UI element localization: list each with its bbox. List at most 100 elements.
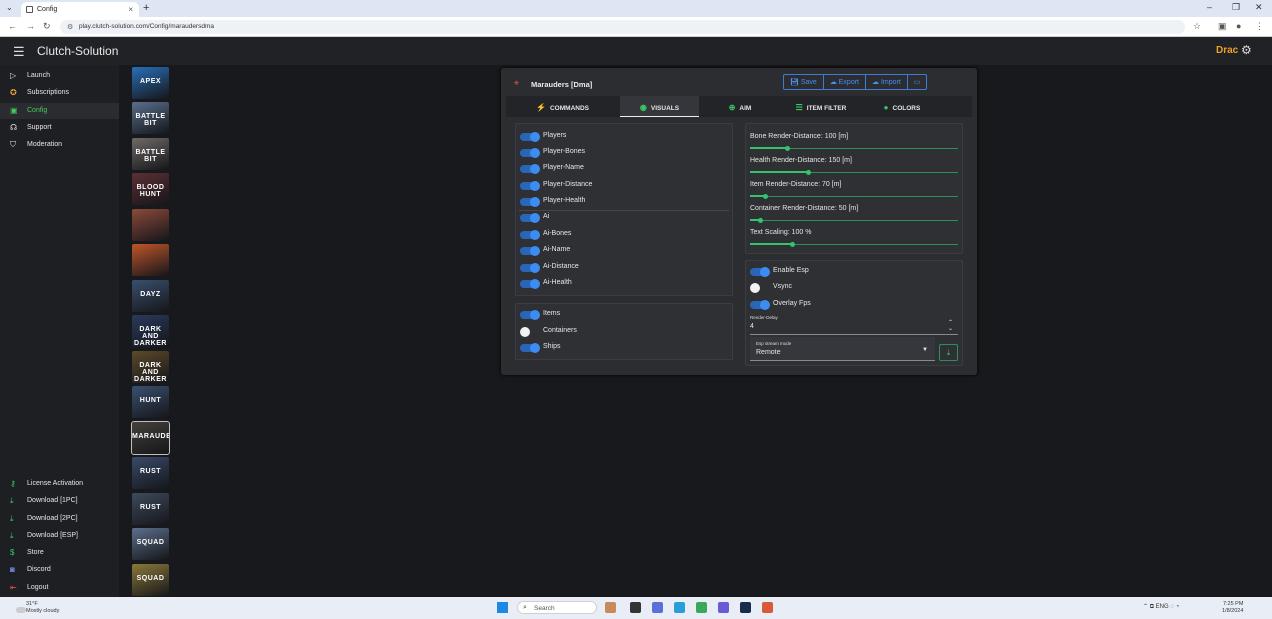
game-tile[interactable]: APEX bbox=[132, 67, 169, 99]
toggle-player-health[interactable] bbox=[520, 197, 540, 207]
toggle-ai-bones[interactable] bbox=[520, 230, 540, 240]
download-config-button[interactable]: ⤓ bbox=[939, 344, 958, 361]
sidebar-item-moderation[interactable]: ⛉ Moderation bbox=[0, 137, 119, 153]
forward-icon[interactable]: → bbox=[26, 21, 35, 31]
chrome-icon[interactable] bbox=[762, 602, 773, 613]
close-window-button[interactable]: ✕ bbox=[1255, 2, 1263, 13]
game-tile[interactable]: BLOOD HUNT bbox=[132, 173, 169, 205]
toggle-ai-health[interactable] bbox=[520, 279, 540, 289]
game-tile[interactable]: RUST bbox=[132, 493, 169, 525]
slider-knob[interactable] bbox=[758, 218, 764, 223]
health-distance-slider[interactable] bbox=[750, 170, 958, 175]
taskbar-app-icon[interactable] bbox=[630, 602, 641, 613]
toggle-ships[interactable] bbox=[520, 343, 540, 353]
sidepanel-icon[interactable]: ▣ bbox=[1218, 21, 1227, 32]
sidebar-item-store[interactable]: $ Store bbox=[0, 545, 119, 561]
edge-icon[interactable] bbox=[674, 602, 685, 613]
game-tile[interactable] bbox=[132, 209, 169, 241]
bone-distance-slider[interactable] bbox=[750, 146, 958, 151]
game-tile[interactable]: DARK AND DARKER bbox=[132, 351, 169, 383]
game-tile[interactable]: DARK AND DARKER bbox=[132, 315, 169, 347]
toggle-ai[interactable] bbox=[520, 213, 540, 223]
screen-button[interactable]: ▭ bbox=[908, 75, 927, 89]
toggle-label: Player-Health bbox=[543, 197, 586, 204]
tab-colors[interactable]: ● COLORS bbox=[862, 96, 942, 117]
toggle-player-bones[interactable] bbox=[520, 148, 540, 158]
sidebar-item-license-activation[interactable]: ⚷ License Activation bbox=[0, 476, 119, 492]
sidebar-item-discord[interactable]: ◙ Discord bbox=[0, 562, 119, 578]
toggle-items[interactable] bbox=[520, 310, 540, 320]
game-tile[interactable] bbox=[132, 244, 169, 276]
slider-fill bbox=[750, 147, 788, 149]
back-icon[interactable]: ← bbox=[8, 21, 17, 31]
system-tray[interactable]: ⌃ ⧉ ENG ◌ ◔ bbox=[1143, 603, 1179, 611]
sidebar-item-subscriptions[interactable]: ✪ Subscriptions bbox=[0, 85, 119, 101]
slider-knob[interactable] bbox=[762, 194, 768, 199]
stream-mode-select[interactable]: Esp stream mode Remote ▼ bbox=[750, 337, 935, 361]
sidebar-item-launch[interactable]: ▷ Launch bbox=[0, 68, 119, 84]
bookmark-star-icon[interactable]: ☆ bbox=[1193, 21, 1201, 32]
game-tile[interactable]: HUNT bbox=[132, 386, 169, 418]
taskbar-search[interactable]: ⌕ Search bbox=[517, 601, 597, 614]
minimize-button[interactable]: – bbox=[1207, 2, 1212, 12]
toggle-player-distance[interactable] bbox=[520, 181, 540, 191]
chrome-icon[interactable] bbox=[696, 602, 707, 613]
tab-aim[interactable]: ⊕ AIM bbox=[700, 96, 780, 117]
taskbar-app-icon[interactable] bbox=[652, 602, 663, 613]
container-distance-slider[interactable] bbox=[750, 218, 958, 223]
tab-search-icon[interactable]: ⌄ bbox=[6, 3, 13, 12]
sidebar-item-logout[interactable]: ⇤ Logout bbox=[0, 580, 119, 596]
game-tile[interactable]: BATTLE BIT bbox=[132, 102, 169, 134]
close-tab-icon[interactable]: × bbox=[128, 5, 133, 14]
browser-menu-icon[interactable]: ⋮ bbox=[1255, 21, 1264, 32]
settings-gear-icon[interactable]: ⚙ bbox=[1241, 43, 1252, 57]
hamburger-menu-icon[interactable]: ☰ bbox=[13, 44, 25, 60]
site-info-icon[interactable]: ⚙ bbox=[67, 23, 73, 31]
taskbar-app-icon[interactable] bbox=[718, 602, 729, 613]
tab-item-filter[interactable]: ☰ ITEM FILTER bbox=[781, 96, 861, 117]
game-tile[interactable]: BATTLE BIT bbox=[132, 138, 169, 170]
slider-knob[interactable] bbox=[785, 146, 791, 151]
toggle-enable-esp[interactable] bbox=[750, 267, 770, 277]
game-tile[interactable]: DAYZ bbox=[132, 280, 169, 312]
sidebar-item-download-2pc[interactable]: ⤓ Download [2PC] bbox=[0, 511, 119, 527]
browser-tab[interactable]: Config × bbox=[21, 2, 139, 17]
photoshop-icon[interactable] bbox=[740, 602, 751, 613]
game-tile[interactable]: SQUAD bbox=[132, 528, 169, 560]
text-scaling-slider[interactable] bbox=[750, 242, 958, 247]
stepper-down-icon[interactable]: ⌄ bbox=[948, 325, 953, 332]
toggle-overlay-fps[interactable] bbox=[750, 300, 770, 310]
import-button[interactable]: ☁ Import bbox=[866, 75, 908, 89]
url-field[interactable]: ⚙ play.clutch-solution.com/Config/maraud… bbox=[60, 20, 1185, 34]
reload-icon[interactable]: ↻ bbox=[43, 21, 51, 32]
game-tile[interactable]: RUST bbox=[132, 457, 169, 489]
game-tile-selected[interactable]: MARAUDERS bbox=[131, 421, 170, 455]
new-tab-button[interactable]: + bbox=[143, 2, 149, 14]
profile-icon[interactable]: ● bbox=[1236, 21, 1241, 31]
tab-visuals[interactable]: ◉ VISUALS bbox=[620, 96, 699, 117]
toggle-player-name[interactable] bbox=[520, 164, 540, 174]
slider-knob[interactable] bbox=[789, 242, 795, 247]
save-button[interactable]: 💾︎ Save bbox=[784, 75, 824, 89]
toggle-containers[interactable] bbox=[520, 327, 539, 337]
toggle-ai-distance[interactable] bbox=[520, 263, 540, 273]
username[interactable]: Drac bbox=[1216, 45, 1238, 56]
weather-widget[interactable]: 31°F Mostly cloudy bbox=[14, 601, 59, 615]
taskbar-app-icon[interactable] bbox=[605, 602, 616, 613]
sidebar-item-download-esp[interactable]: ⤓ Download [ESP] bbox=[0, 528, 119, 544]
item-distance-slider[interactable] bbox=[750, 194, 958, 199]
slider-knob[interactable] bbox=[806, 170, 812, 175]
render-delay-input[interactable]: 4 bbox=[750, 323, 754, 330]
toggle-players[interactable] bbox=[520, 132, 540, 142]
sidebar-item-config[interactable]: ▣ Config bbox=[0, 103, 119, 119]
taskbar-clock[interactable]: 7:25 PM 1/8/2024 bbox=[1222, 601, 1243, 615]
sidebar-item-support[interactable]: ☊ Support bbox=[0, 120, 119, 136]
toggle-vsync[interactable] bbox=[750, 283, 769, 293]
sidebar-item-download-1pc[interactable]: ⤓ Download [1PC] bbox=[0, 493, 119, 509]
game-tile[interactable]: SQUAD bbox=[132, 564, 169, 596]
windows-start-icon[interactable] bbox=[497, 602, 508, 613]
export-button[interactable]: ☁ Export bbox=[824, 75, 866, 89]
toggle-ai-name[interactable] bbox=[520, 246, 540, 256]
tab-commands[interactable]: ⚡ COMMANDS bbox=[506, 96, 619, 117]
maximize-button[interactable]: ❐ bbox=[1232, 2, 1240, 13]
